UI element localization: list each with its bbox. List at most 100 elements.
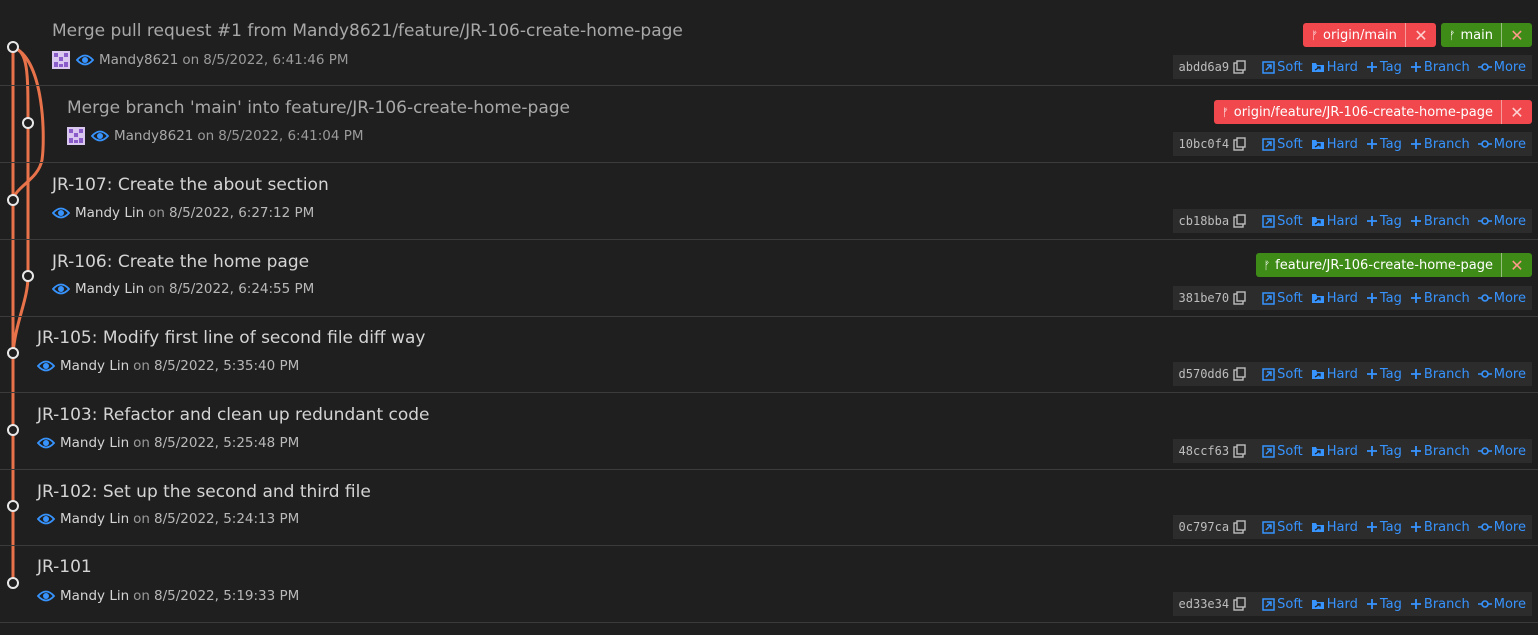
soft-reset-icon [1262,597,1275,611]
commit-title: JR-106: Create the home page [52,252,310,272]
more-button[interactable]: More [1477,60,1526,75]
commit-hash[interactable]: 48ccf63 [1179,444,1230,458]
soft-reset-icon [1262,444,1275,458]
add-tag-button[interactable]: Tag [1366,597,1402,612]
soft-reset-button[interactable]: Soft [1262,214,1303,229]
add-branch-button[interactable]: Branch [1410,214,1470,229]
commit-hash[interactable]: cb18bba [1179,214,1230,228]
commit-hash[interactable]: 0c797ca [1179,520,1230,534]
add-branch-button[interactable]: Branch [1410,444,1470,459]
ref-tag-label: origin/feature/JR-106-create-home-page [1233,104,1493,120]
more-button[interactable]: More [1477,214,1526,229]
commit-icon [1477,600,1492,608]
more-button[interactable]: More [1477,520,1526,535]
hard-reset-button[interactable]: Hard [1311,597,1358,612]
add-branch-button[interactable]: Branch [1410,367,1470,382]
soft-reset-button[interactable]: Soft [1262,597,1303,612]
commit-row[interactable]: JR-107: Create the about section Mandy L… [0,163,1538,240]
add-tag-button[interactable]: Tag [1366,520,1402,535]
more-button[interactable]: More [1477,597,1526,612]
soft-reset-button[interactable]: Soft [1262,367,1303,382]
copy-icon[interactable] [1233,597,1246,611]
commit-hash[interactable]: d570dd6 [1179,367,1230,381]
plus-icon [1410,599,1421,609]
add-branch-button[interactable]: Branch [1410,137,1470,152]
commit-row[interactable]: JR-102: Set up the second and third file… [0,470,1538,546]
on-label: on [148,281,165,297]
commit-row[interactable]: JR-103: Refactor and clean up redundant … [0,393,1538,470]
plus-icon [1410,62,1421,72]
ref-tag-local[interactable]: ᚠ feature/JR-106-create-home-page ✕ [1255,253,1532,277]
soft-reset-button[interactable]: Soft [1262,137,1303,152]
soft-reset-button[interactable]: Soft [1262,60,1303,75]
ref-tag-label: origin/main [1323,27,1397,43]
commit-icon [1477,370,1492,378]
add-branch-button[interactable]: Branch [1410,291,1470,306]
commit-hash[interactable]: abdd6a9 [1179,60,1230,74]
hard-reset-button[interactable]: Hard [1311,367,1358,382]
ref-tag-remote[interactable]: ᚠ origin/feature/JR-106-create-home-page ✕ [1214,100,1532,124]
commit-row[interactable]: Merge branch 'main' into feature/JR-106-… [0,86,1538,163]
add-tag-button[interactable]: Tag [1366,444,1402,459]
eye-icon[interactable] [76,53,94,67]
hard-reset-button[interactable]: Hard [1311,214,1358,229]
copy-icon[interactable] [1233,367,1246,381]
commit-meta: Mandy Lin on 8/5/2022, 6:24:55 PM [52,281,314,297]
close-icon[interactable]: ✕ [1501,253,1532,277]
hard-reset-button[interactable]: Hard [1311,520,1358,535]
commit-hash[interactable]: ed33e34 [1179,597,1230,611]
eye-icon[interactable] [52,282,70,296]
commit-row[interactable]: JR-106: Create the home page Mandy Lin o… [0,240,1538,317]
more-button[interactable]: More [1477,291,1526,306]
copy-icon[interactable] [1233,214,1246,228]
eye-icon[interactable] [37,512,55,526]
add-tag-button[interactable]: Tag [1366,214,1402,229]
copy-icon[interactable] [1233,137,1246,151]
soft-reset-icon [1262,520,1275,534]
commit-icon [1477,140,1492,148]
soft-reset-button[interactable]: Soft [1262,444,1303,459]
copy-icon[interactable] [1233,60,1246,74]
copy-icon[interactable] [1233,291,1246,305]
copy-icon[interactable] [1233,520,1246,534]
avatar [67,127,85,145]
ref-tag-remote[interactable]: ᚠ origin/main ✕ [1303,23,1436,47]
add-branch-button[interactable]: Branch [1410,520,1470,535]
eye-icon[interactable] [52,206,70,220]
hard-reset-button[interactable]: Hard [1311,444,1358,459]
commit-row[interactable]: Merge pull request #1 from Mandy8621/fea… [0,8,1538,86]
commit-hash[interactable]: 10bc0f4 [1179,137,1230,151]
plus-icon [1366,369,1377,379]
commit-meta: Mandy8621 on 8/5/2022, 6:41:46 PM [52,51,349,69]
hard-reset-button[interactable]: Hard [1311,291,1358,306]
hard-reset-icon [1311,63,1324,72]
ref-tag-local[interactable]: ᚠ main ✕ [1440,23,1532,47]
plus-icon [1366,139,1377,149]
soft-reset-button[interactable]: Soft [1262,520,1303,535]
copy-icon[interactable] [1233,444,1246,458]
close-icon[interactable]: ✕ [1501,100,1532,124]
eye-icon[interactable] [37,436,55,450]
more-button[interactable]: More [1477,367,1526,382]
commit-row[interactable]: JR-101 Mandy Lin on 8/5/2022, 5:19:33 PM… [0,546,1538,623]
add-branch-button[interactable]: Branch [1410,60,1470,75]
add-tag-button[interactable]: Tag [1366,291,1402,306]
eye-icon[interactable] [37,359,55,373]
hard-reset-button[interactable]: Hard [1311,60,1358,75]
more-button[interactable]: More [1477,444,1526,459]
eye-icon[interactable] [37,589,55,603]
commit-icon [1477,523,1492,531]
more-button[interactable]: More [1477,137,1526,152]
commit-author: Mandy8621 [99,52,179,68]
add-branch-button[interactable]: Branch [1410,597,1470,612]
close-icon[interactable]: ✕ [1404,23,1436,47]
close-icon[interactable]: ✕ [1501,23,1532,47]
commit-hash[interactable]: 381be70 [1179,291,1230,305]
add-tag-button[interactable]: Tag [1366,137,1402,152]
eye-icon[interactable] [91,129,109,143]
soft-reset-button[interactable]: Soft [1262,291,1303,306]
commit-row[interactable]: JR-105: Modify first line of second file… [0,317,1538,393]
add-tag-button[interactable]: Tag [1366,60,1402,75]
hard-reset-button[interactable]: Hard [1311,137,1358,152]
add-tag-button[interactable]: Tag [1366,367,1402,382]
